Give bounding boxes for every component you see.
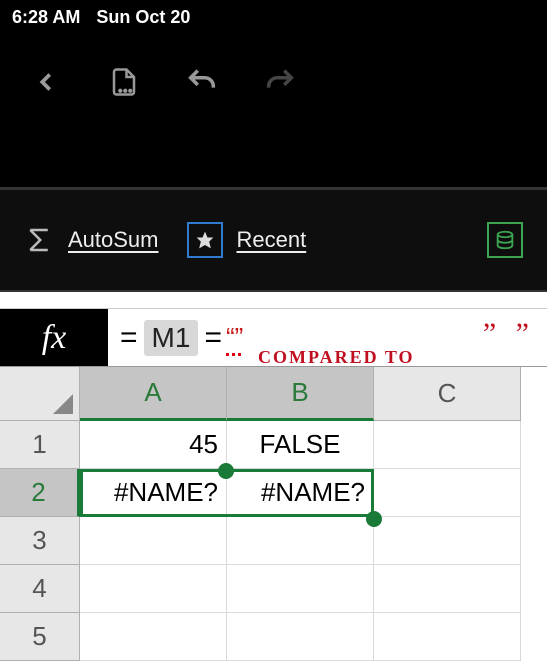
col-header-b[interactable]: B [227,367,374,421]
annotation-text: COMPARED TO [258,347,415,368]
cell-a2[interactable]: #NAME? [80,469,227,517]
financial-group[interactable] [487,222,523,258]
row-header-1[interactable]: 1 [0,421,80,469]
row-5: 5 [0,613,547,661]
spreadsheet-grid[interactable]: A B C 1 45 FALSE 2 #NAME? #NAME? 3 4 5 [0,367,547,661]
undo-button[interactable] [184,64,220,100]
row-header-4[interactable]: 4 [0,565,80,613]
fx-label[interactable]: fx [0,309,108,366]
formula-bar: fx = M1 = “” COMPARED TO ” ” [0,308,547,367]
row-4: 4 [0,565,547,613]
cell-b1[interactable]: FALSE [227,421,374,469]
row-header-3[interactable]: 3 [0,517,80,565]
col-header-a[interactable]: A [80,367,227,421]
gap [0,292,547,308]
formula-cell-ref: M1 [144,320,199,356]
cell-c4[interactable] [374,565,521,613]
cell-c2[interactable] [374,469,521,517]
formula-curly-quotes: “” [226,322,243,353]
select-all-corner[interactable] [0,367,80,421]
column-headers: A B C [80,367,547,421]
formula-ribbon: AutoSum Recent [0,188,547,292]
cell-a3[interactable] [80,517,227,565]
cell-b4[interactable] [227,565,374,613]
cell-b5[interactable] [227,613,374,661]
autosum-group[interactable]: AutoSum [24,225,159,255]
row-2: 2 #NAME? #NAME? [0,469,547,517]
recent-group[interactable]: Recent [187,222,307,258]
row-3: 3 [0,517,547,565]
selection-handle-br[interactable] [366,511,382,527]
main-toolbar [0,34,547,130]
row-1: 1 45 FALSE [0,421,547,469]
cell-a4[interactable] [80,565,227,613]
row-header-5[interactable]: 5 [0,613,80,661]
cell-a1[interactable]: 45 [80,421,227,469]
star-icon [187,222,223,258]
cell-c3[interactable] [374,517,521,565]
financial-icon [487,222,523,258]
file-options-button[interactable] [106,64,142,100]
formula-equals: = [120,321,138,355]
row-header-2[interactable]: 2 [0,469,80,517]
redo-button[interactable] [262,64,298,100]
formula-input[interactable]: = M1 = “” COMPARED TO ” ” [108,309,547,366]
cell-c1[interactable] [374,421,521,469]
status-bar: 6:28 AM Sun Oct 20 [0,0,547,34]
formula-equals-2: = [204,321,222,355]
back-button[interactable] [28,64,64,100]
cell-b2[interactable]: #NAME? [227,469,374,517]
autosum-label: AutoSum [68,227,159,253]
spacer-strip [0,130,547,188]
status-time: 6:28 AM [12,7,80,28]
status-date: Sun Oct 20 [96,7,190,28]
cell-b3[interactable] [227,517,374,565]
recent-label: Recent [237,227,307,253]
sigma-icon [24,225,54,255]
annotation-quotes: ” ” [483,317,535,351]
selection-handle-tl[interactable] [218,463,234,479]
col-header-c[interactable]: C [374,367,521,421]
cell-a5[interactable] [80,613,227,661]
cell-c5[interactable] [374,613,521,661]
